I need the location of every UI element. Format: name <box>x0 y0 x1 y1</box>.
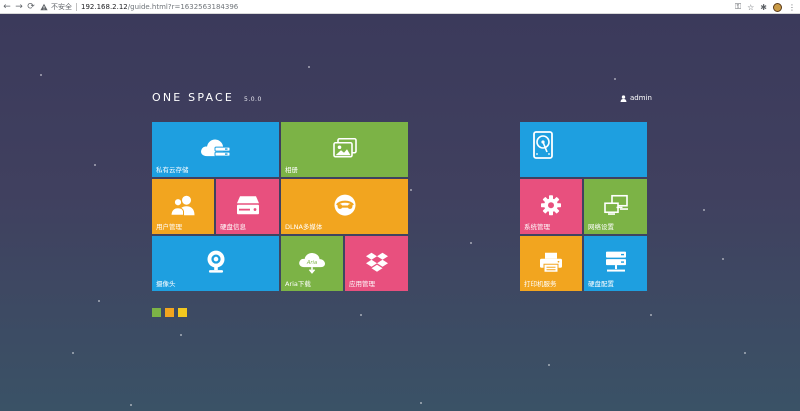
key-icon[interactable]: ⚿ <box>735 2 741 12</box>
tile-app-manage[interactable]: 应用管理 <box>345 236 408 291</box>
tile-system[interactable]: 系统管理 <box>520 179 582 234</box>
tile-label: 网络设置 <box>588 223 614 231</box>
tile-label: 私有云存储 <box>156 166 189 174</box>
users-icon <box>170 195 195 216</box>
menu-icon[interactable]: ⋮ <box>788 3 796 12</box>
dropbox-icon <box>365 252 388 272</box>
tile-label: 应用管理 <box>349 280 375 288</box>
forward-button[interactable]: → <box>13 0 25 14</box>
cloud-server-icon <box>200 139 230 157</box>
tile-network[interactable]: 网络设置 <box>584 179 647 234</box>
tile-cloud-storage[interactable]: 私有云存储 <box>152 122 279 177</box>
tile-camera[interactable]: 摄像头 <box>152 236 279 291</box>
brand-name: ONE SPACE <box>152 91 235 104</box>
extensions-icon[interactable]: ✱ <box>760 3 767 12</box>
reload-button[interactable]: ⟳ <box>25 0 37 14</box>
url-path: /guide.html?r=1632563184396 <box>127 3 239 11</box>
tile-label: 用户管理 <box>156 223 182 231</box>
browser-toolbar: ← → ⟳ 不安全 192.168.2.12/guide.html?r=1632… <box>0 0 800 14</box>
back-button[interactable]: ← <box>1 0 13 14</box>
tile-label: DLNA多媒体 <box>285 223 323 231</box>
user-menu[interactable]: admin <box>620 94 652 102</box>
tile-label: 打印机服务 <box>524 280 557 288</box>
username: admin <box>630 94 652 102</box>
theme-dot-green[interactable] <box>152 308 161 317</box>
avatar[interactable] <box>773 2 782 12</box>
tile-disk-info[interactable]: 硬盘信息 <box>216 179 279 234</box>
theme-dot-orange[interactable] <box>165 308 174 317</box>
tile-disk-config[interactable]: 硬盘配置 <box>584 236 647 291</box>
divider <box>76 3 77 11</box>
tile-label: 硬盘信息 <box>220 223 246 231</box>
webcam-icon <box>207 250 224 273</box>
tile-photos[interactable]: 相册 <box>281 122 408 177</box>
insecure-label: 不安全 <box>51 3 72 11</box>
tile-hard-disk[interactable] <box>520 122 647 177</box>
tile-label: Aria下载 <box>285 280 311 288</box>
address-bar[interactable]: 不安全 192.168.2.12/guide.html?r=1632563184… <box>40 1 740 13</box>
dlna-icon <box>334 194 355 216</box>
tile-label: 系统管理 <box>524 223 550 231</box>
tile-users[interactable]: 用户管理 <box>152 179 214 234</box>
aria-logo-text: Aria <box>306 260 317 266</box>
aria-download-icon: Aria <box>299 252 325 274</box>
brand-title: ONE SPACE 5.0.0 <box>152 91 262 104</box>
version-label: 5.0.0 <box>244 96 262 103</box>
tile-dlna[interactable]: DLNA多媒体 <box>281 179 408 234</box>
tile-label: 摄像头 <box>156 280 176 288</box>
tile-aria[interactable]: Aria Aria下载 <box>281 236 343 291</box>
gear-icon <box>541 194 561 215</box>
tile-printer[interactable]: 打印机服务 <box>520 236 582 291</box>
theme-dot-yellow[interactable] <box>178 308 187 317</box>
server-stack-icon <box>605 251 626 272</box>
printer-icon <box>540 252 562 273</box>
tile-label: 硬盘配置 <box>588 280 614 288</box>
tile-label: 相册 <box>285 166 298 174</box>
hard-drive-icon <box>236 195 259 214</box>
photo-album-icon <box>332 137 357 158</box>
hard-disk-icon <box>533 131 553 159</box>
network-icon <box>603 194 628 215</box>
url-host: 192.168.2.12 <box>81 3 128 11</box>
star-icon[interactable]: ☆ <box>747 3 754 12</box>
user-icon <box>620 94 627 102</box>
warning-icon <box>40 3 48 11</box>
